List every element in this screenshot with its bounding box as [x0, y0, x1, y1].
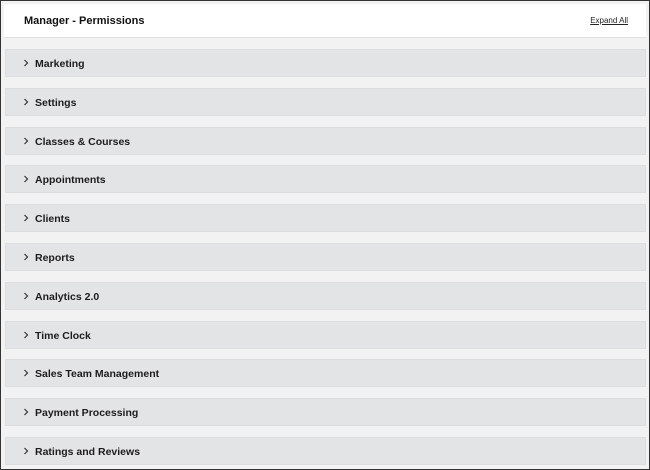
chevron-right-icon — [22, 292, 30, 300]
section-label: Classes & Courses — [35, 135, 131, 148]
section-label: Sales Team Management — [35, 368, 160, 381]
chevron-right-icon — [22, 214, 30, 222]
chevron-right-icon — [22, 175, 30, 183]
permissions-panel: Manager - Permissions Expand All Marketi… — [0, 0, 650, 470]
expand-all-link[interactable]: Expand All — [590, 16, 628, 25]
chevron-right-icon — [22, 59, 30, 67]
section-label: Payment Processing — [35, 407, 139, 420]
section-label: Reports — [35, 251, 75, 264]
section-label: Appointments — [35, 174, 106, 187]
section-label: Time Clock — [35, 329, 91, 342]
section-time-clock[interactable]: Time Clock — [5, 320, 646, 349]
panel-header: Manager - Permissions Expand All — [4, 4, 646, 38]
section-label: Clients — [35, 213, 71, 226]
section-label: Analytics 2.0 — [35, 290, 100, 303]
section-appointments[interactable]: Appointments — [5, 165, 646, 194]
chevron-right-icon — [22, 137, 30, 145]
chevron-right-icon — [22, 369, 30, 377]
page-title: Manager - Permissions — [24, 15, 145, 27]
section-ratings-reviews[interactable]: Ratings and Reviews — [5, 436, 646, 465]
section-settings[interactable]: Settings — [5, 87, 646, 116]
chevron-right-icon — [22, 331, 30, 339]
section-clients[interactable]: Clients — [5, 204, 646, 233]
section-payment-processing[interactable]: Payment Processing — [5, 398, 646, 427]
section-sales-team-management[interactable]: Sales Team Management — [5, 359, 646, 388]
permission-sections: Marketing Settings Classes & Courses App… — [5, 49, 646, 469]
section-analytics[interactable]: Analytics 2.0 — [5, 281, 646, 310]
section-classes-courses[interactable]: Classes & Courses — [5, 126, 646, 155]
section-label: Marketing — [35, 58, 85, 70]
chevron-right-icon — [22, 98, 30, 106]
section-reports[interactable]: Reports — [5, 242, 646, 271]
chevron-right-icon — [22, 408, 30, 416]
chevron-right-icon — [22, 447, 30, 455]
section-label: Settings — [35, 96, 77, 109]
section-label: Ratings and Reviews — [35, 445, 141, 458]
section-marketing[interactable]: Marketing — [5, 49, 646, 77]
chevron-right-icon — [22, 253, 30, 261]
